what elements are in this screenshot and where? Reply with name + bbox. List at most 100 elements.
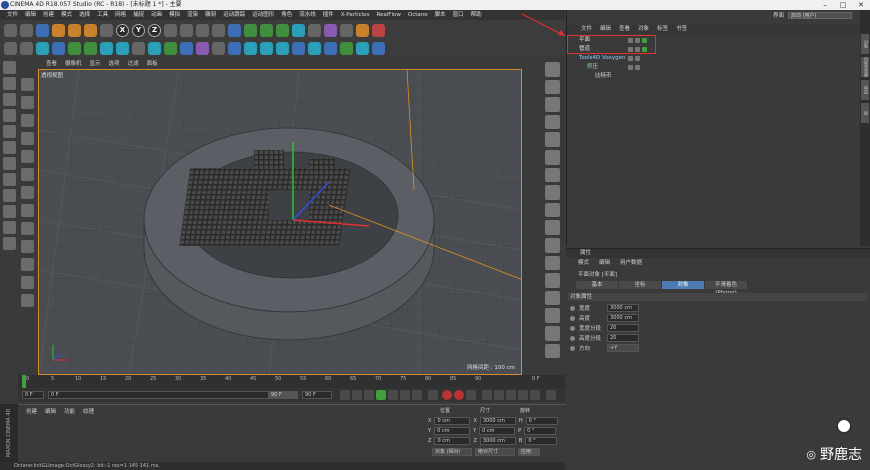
deformer-shatter-icon[interactable] <box>544 325 560 341</box>
planar-workplane-icon[interactable] <box>2 237 16 250</box>
deformer-shear-icon[interactable] <box>544 202 560 218</box>
make-editable-icon[interactable] <box>2 61 16 74</box>
deformer-wrap-icon[interactable] <box>544 220 560 235</box>
go-to-start-icon[interactable] <box>340 390 350 400</box>
tab-phong[interactable]: 平滑着色(Phong) <box>705 281 747 296</box>
rotation-p-field[interactable]: 0 ° <box>524 427 557 435</box>
rotation-b-field[interactable]: 0 ° <box>525 437 558 445</box>
object-menu-item[interactable]: 查看 <box>619 25 630 34</box>
select-tool-icon[interactable] <box>36 23 49 37</box>
deformer-melt-icon[interactable] <box>544 308 560 323</box>
render-view-icon[interactable] <box>180 23 193 37</box>
deformer-twist-icon[interactable] <box>544 149 560 165</box>
menu-item[interactable]: 模式 <box>61 10 72 20</box>
viewport-menu-item[interactable]: 查看 <box>46 60 57 69</box>
plugin-icon[interactable] <box>372 41 385 55</box>
menu-item[interactable]: 窗口 <box>453 10 464 20</box>
subdivision-surface-icon[interactable] <box>244 23 257 37</box>
menu-item[interactable]: 渲染 <box>187 10 198 20</box>
menu-item[interactable]: 运动跟踪 <box>223 10 245 20</box>
nurbs-icon[interactable] <box>544 114 560 130</box>
mograph-cloner-icon[interactable] <box>276 23 289 37</box>
position-y-field[interactable]: 0 cm <box>434 427 471 435</box>
rotate-tool-icon[interactable] <box>84 23 97 37</box>
position-key-icon[interactable] <box>482 390 492 400</box>
xparticles-icon[interactable] <box>372 23 385 37</box>
tab-coordinates[interactable]: 坐标 <box>619 281 661 289</box>
menu-item[interactable]: 插件 <box>323 10 334 20</box>
y-axis-button[interactable]: Y <box>132 23 145 37</box>
deformer-explode-icon[interactable] <box>544 290 560 306</box>
deformer-taper-icon[interactable] <box>544 167 560 183</box>
realflow-icon[interactable] <box>36 41 49 55</box>
animate-dot-icon[interactable] <box>570 305 575 311</box>
height-field[interactable]: 3000 cm <box>607 314 639 322</box>
size-x-field[interactable]: 3000 cm <box>479 417 516 425</box>
plugin-icon[interactable] <box>276 41 289 55</box>
viewport-menu-item[interactable]: 面板 <box>147 60 158 69</box>
layout-select[interactable]: 启动 (用户) <box>788 11 852 19</box>
coordinate-system-icon[interactable] <box>164 23 177 37</box>
python-icon[interactable] <box>356 23 369 37</box>
plugin-icon[interactable] <box>116 41 129 55</box>
autokey-icon[interactable] <box>454 390 464 400</box>
plugin-icon[interactable] <box>68 41 81 55</box>
menu-item[interactable]: 选择 <box>79 10 90 20</box>
maximize-button[interactable]: □ <box>834 0 852 10</box>
size-mode-select[interactable]: 绝对尺寸 <box>475 448 515 456</box>
width-segments-field[interactable]: 20 <box>607 324 639 332</box>
menu-item[interactable]: 模拟 <box>169 10 180 20</box>
plugin-icon[interactable] <box>148 41 161 55</box>
plugin-icon[interactable] <box>228 41 241 55</box>
plugin-icon[interactable] <box>132 41 145 55</box>
camera-icon[interactable] <box>324 23 337 37</box>
loop-icon[interactable] <box>428 390 438 400</box>
side-tab[interactable]: 层 <box>861 103 869 123</box>
object-flags[interactable] <box>628 56 640 61</box>
extrude-tool-icon[interactable] <box>20 132 34 145</box>
apply-button[interactable]: 应用 <box>518 448 540 456</box>
deformer-ffd-icon[interactable] <box>544 255 560 271</box>
brush-tool-icon[interactable] <box>20 78 34 91</box>
material-menu-item[interactable]: 纹理 <box>83 407 94 415</box>
octane-icon[interactable] <box>52 41 65 55</box>
x-axis-button[interactable]: X <box>116 23 129 37</box>
end-frame-field[interactable]: 90 F <box>268 391 298 399</box>
tab-object[interactable]: 对象 <box>662 281 704 289</box>
viewport-menu-item[interactable]: 选项 <box>109 60 120 69</box>
cube-icon[interactable] <box>228 23 241 37</box>
keyframe-selection-icon[interactable] <box>466 390 476 400</box>
previous-frame-icon[interactable] <box>364 390 374 400</box>
menu-item[interactable]: 帮助 <box>471 10 482 20</box>
close-button[interactable]: ✕ <box>852 0 870 10</box>
object-row-voxygen[interactable]: Tools4D Voxygen <box>567 54 861 63</box>
object-menu-item[interactable]: 编辑 <box>600 25 611 34</box>
menu-item[interactable]: RealFlow <box>376 10 400 20</box>
width-field[interactable]: 3000 cm <box>607 304 639 312</box>
edges-mode-icon[interactable] <box>2 93 16 106</box>
plugin-icon[interactable] <box>180 41 193 55</box>
smooth-tool-icon[interactable] <box>20 240 34 253</box>
rotation-key-icon[interactable] <box>506 390 516 400</box>
play-icon[interactable] <box>376 390 386 400</box>
object-menu-item[interactable]: 书签 <box>676 25 687 34</box>
go-to-end-icon[interactable] <box>412 390 422 400</box>
height-segments-field[interactable]: 20 <box>607 334 639 342</box>
deformer-bend-icon[interactable] <box>544 132 560 147</box>
texture-mode-icon[interactable] <box>20 41 33 55</box>
point-level-icon[interactable] <box>530 390 540 400</box>
plugin-icon[interactable] <box>84 41 97 55</box>
scale-tool-icon[interactable] <box>68 23 81 37</box>
side-tab[interactable]: 对象 <box>861 34 869 54</box>
perspective-viewport[interactable]: 透视视图 网格间距 : 100 cm <box>38 69 522 375</box>
attribute-menu-item[interactable]: 用户数据 <box>620 259 642 268</box>
loop-tool-icon[interactable] <box>20 168 34 181</box>
menu-item[interactable]: 脚本 <box>435 10 446 20</box>
axis-mode-icon[interactable] <box>2 157 16 170</box>
menu-item[interactable]: 雕刻 <box>205 10 216 20</box>
menu-item[interactable]: 工具 <box>97 10 108 20</box>
animate-dot-icon[interactable] <box>570 345 575 351</box>
viewport-menu-item[interactable]: 显示 <box>90 60 101 69</box>
material-menu-item[interactable]: 编辑 <box>45 407 56 415</box>
scale-key-icon[interactable] <box>494 390 504 400</box>
